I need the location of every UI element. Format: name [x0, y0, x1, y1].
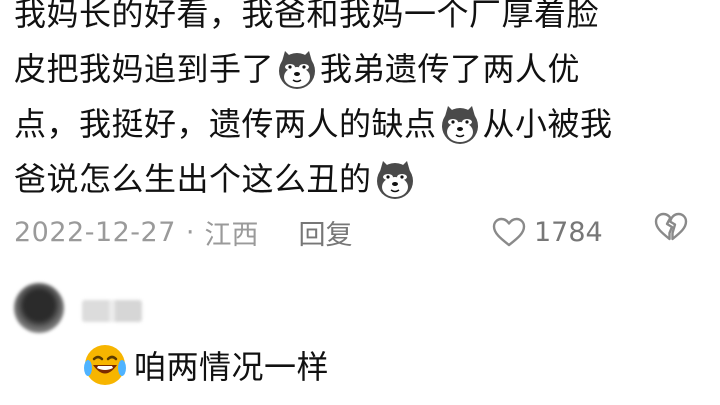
comment-text: 皮把我妈追到手了	[14, 50, 275, 88]
reply-avatar[interactable]	[14, 283, 64, 333]
comment-body: 我妈长的好看，我爸和我妈一个厂厚着脸 皮把我妈追到手了 我弟遗传了两人优 点，我…	[14, 0, 704, 207]
broken-heart-icon	[654, 212, 688, 241]
laughing-tears-icon	[82, 342, 128, 388]
comment-line: 点，我挺好，遗传两人的缺点 从小被我	[14, 97, 704, 152]
comment-line: 皮把我妈追到手了 我弟遗传了两人优	[14, 42, 704, 97]
reply-button[interactable]: 回复	[299, 213, 353, 252]
comment-location: 江西	[204, 219, 259, 251]
meta-separator: ·	[185, 216, 195, 248]
dog-face-icon	[439, 104, 481, 146]
dog-face-icon	[374, 159, 416, 201]
comment-line: 我妈长的好看，我爸和我妈一个厂厚着脸	[14, 0, 704, 42]
comment-text: 从小被我	[482, 105, 613, 143]
dog-face-icon	[276, 49, 318, 91]
comment-text: 爸说怎么生出个这么丑的	[14, 160, 372, 198]
reply-comment-text: 咱两情况一样	[134, 348, 330, 386]
like-button[interactable]: 1784	[492, 217, 603, 248]
like-count: 1784	[534, 216, 603, 248]
reply-comment: 咱两情况一样	[82, 340, 329, 390]
comment-meta: 2022-12-27 · 江西 回复 1784	[14, 208, 704, 256]
comment-date: 2022-12-27	[14, 216, 176, 248]
heart-outline-icon	[492, 217, 526, 247]
dislike-button[interactable]	[654, 212, 688, 249]
comment-line: 爸说怎么生出个这么丑的	[14, 152, 704, 207]
comment-text: 我弟遗传了两人优	[320, 50, 581, 88]
reply-username-blurred[interactable]	[82, 300, 142, 322]
comment-text: 点，我挺好，遗传两人的缺点	[14, 105, 437, 143]
comment-text: 我妈长的好看，我爸和我妈一个厂厚着脸	[14, 0, 600, 33]
